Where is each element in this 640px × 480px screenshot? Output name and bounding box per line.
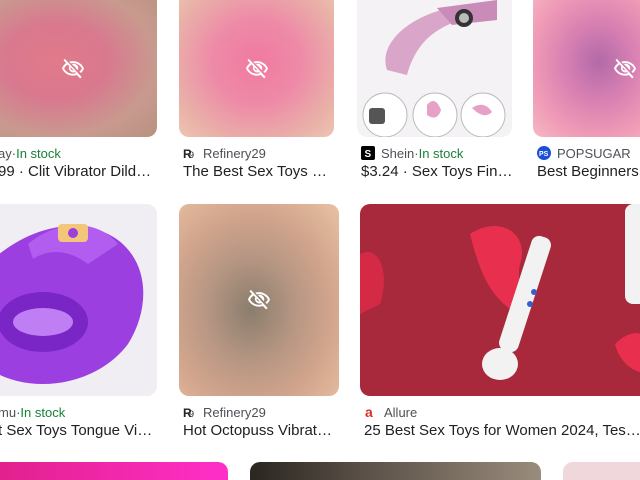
source-row: R9 Refinery29 xyxy=(183,144,333,162)
source-name[interactable]: Allure xyxy=(384,405,417,420)
product-thumbnail[interactable] xyxy=(0,204,157,396)
source-name[interactable]: POPSUGAR xyxy=(557,146,631,161)
product-image xyxy=(362,0,506,137)
result-title[interactable]: 99 · Clit Vibrator Dild… xyxy=(0,163,156,183)
blurred-thumbnail[interactable] xyxy=(179,0,334,137)
svg-text:a: a xyxy=(365,405,373,419)
stock-status: In stock xyxy=(418,145,464,161)
refinery29-logo-icon: R9 xyxy=(183,406,194,419)
result-title[interactable]: The Best Sex Toys … xyxy=(183,163,333,183)
source-name[interactable]: ay xyxy=(0,146,12,161)
allure-logo-icon: a xyxy=(365,405,373,419)
result-thumbnail-partial[interactable] xyxy=(563,462,640,480)
blurred-thumbnail[interactable] xyxy=(0,0,157,137)
product-thumbnail[interactable] xyxy=(357,0,512,137)
product-image xyxy=(360,204,640,380)
source-name[interactable]: Shein xyxy=(381,146,414,161)
svg-text:9: 9 xyxy=(189,409,194,419)
visibility-off-icon xyxy=(245,58,268,78)
stock-status: In stock xyxy=(20,404,66,420)
shein-logo-icon: S xyxy=(361,146,375,160)
source-row: a Allure xyxy=(364,403,640,421)
source-row: S Shein · In stock xyxy=(361,144,511,162)
result-title[interactable]: Best Beginners xyxy=(537,163,640,183)
source-row: mu · In stock xyxy=(0,403,158,421)
source-row: PS POPSUGAR xyxy=(537,144,640,162)
product-image xyxy=(0,224,144,384)
result-thumbnail-partial[interactable] xyxy=(250,462,541,480)
source-row: ay · In stock xyxy=(0,144,158,162)
blurred-thumbnail[interactable] xyxy=(533,0,640,137)
visibility-off-icon xyxy=(61,58,84,78)
result-thumbnail-partial[interactable] xyxy=(0,462,228,480)
blurred-thumbnail[interactable] xyxy=(179,204,339,396)
product-thumbnail[interactable] xyxy=(360,204,640,396)
svg-text:S: S xyxy=(365,149,372,160)
result-title[interactable]: Hot Octopuss Vibrat… xyxy=(183,422,338,442)
source-row: R9 Refinery29 xyxy=(183,403,338,421)
source-name[interactable]: mu xyxy=(0,405,16,420)
popsugar-logo-icon: PS xyxy=(537,146,551,160)
source-name[interactable]: Refinery29 xyxy=(203,405,266,420)
result-title[interactable]: $3.24 · Sex Toys Fin… xyxy=(361,163,511,183)
source-name[interactable]: Refinery29 xyxy=(203,146,266,161)
svg-text:9: 9 xyxy=(189,150,194,160)
result-title[interactable]: t Sex Toys Tongue Vi… xyxy=(0,422,156,442)
visibility-off-icon xyxy=(248,289,270,310)
result-title[interactable]: 25 Best Sex Toys for Women 2024, Tes… xyxy=(364,422,640,442)
refinery29-logo-icon: R9 xyxy=(183,147,194,160)
visibility-off-icon xyxy=(614,58,637,78)
svg-text:PS: PS xyxy=(539,151,549,158)
stock-status: In stock xyxy=(16,145,61,161)
